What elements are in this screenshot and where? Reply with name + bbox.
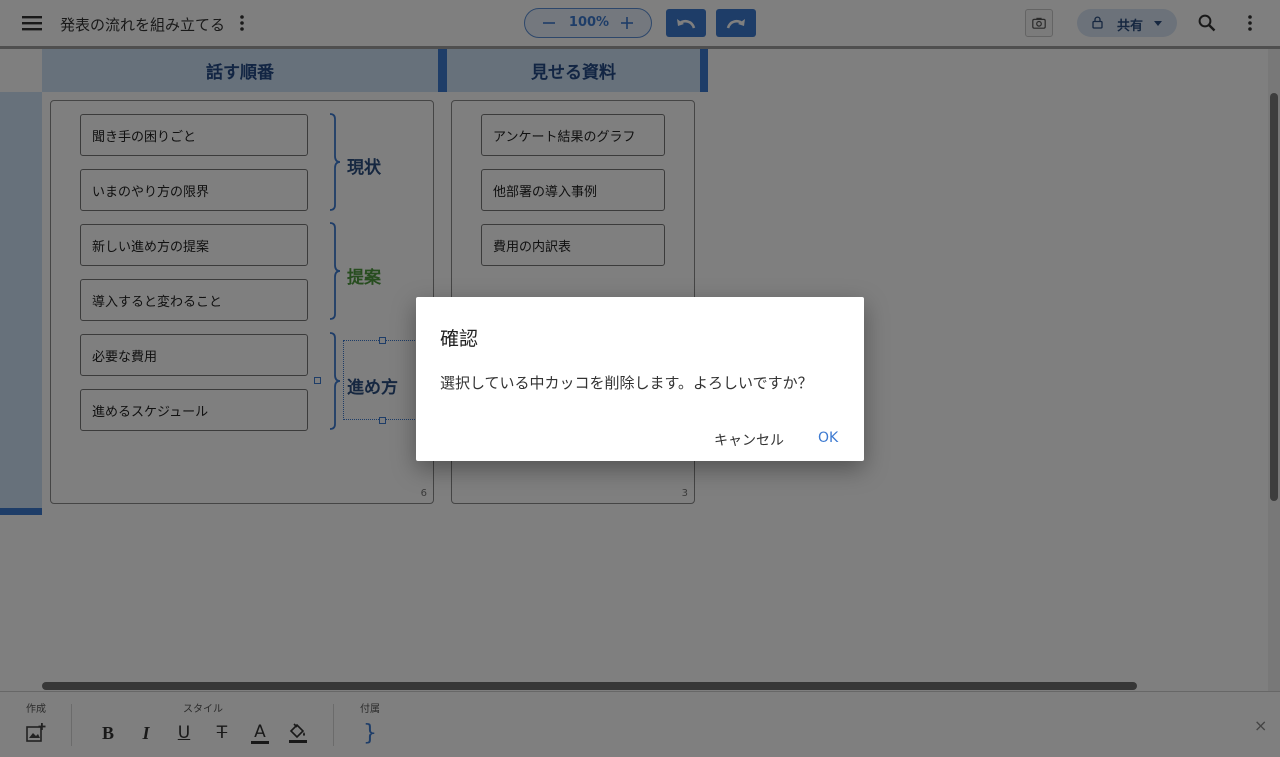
cancel-button[interactable]: キャンセル: [714, 430, 784, 450]
confirm-dialog: 確認 選択している中カッコを削除します。よろしいですか？ キャンセル OK: [416, 297, 864, 461]
ok-button[interactable]: OK: [818, 430, 838, 446]
dialog-title: 確認: [440, 328, 479, 350]
dialog-message: 選択している中カッコを削除します。よろしいですか？: [440, 374, 813, 392]
